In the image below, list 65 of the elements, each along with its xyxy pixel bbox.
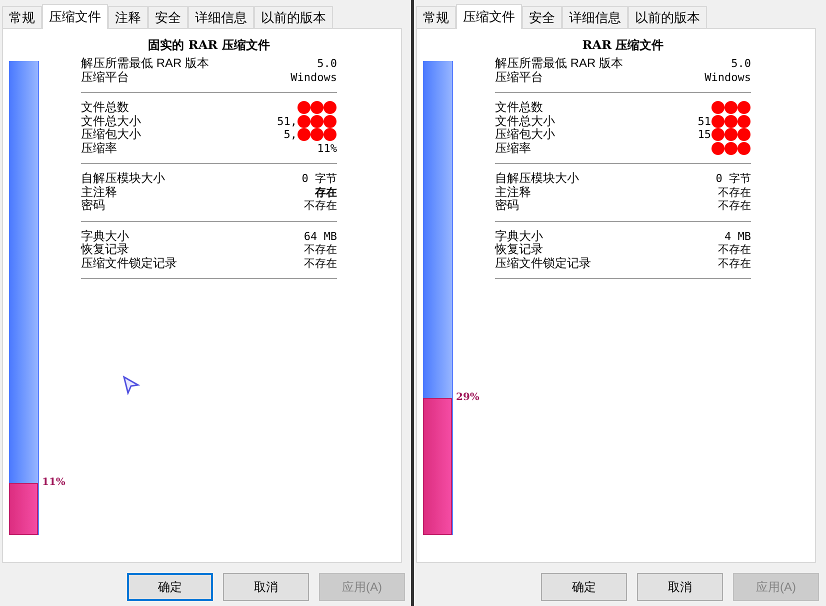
info-value: 5.0 bbox=[731, 57, 751, 70]
info-value: 不存在 bbox=[718, 256, 751, 270]
info-label: 压缩率 bbox=[81, 142, 118, 155]
info-value: 51, bbox=[277, 114, 297, 128]
info-value: 不存在 bbox=[304, 243, 337, 256]
info-label: 密码 bbox=[495, 199, 520, 212]
dialog-button[interactable]: 确定 bbox=[127, 573, 213, 601]
tab[interactable]: 常规 bbox=[2, 6, 42, 28]
tab[interactable]: 以前的版本 bbox=[628, 6, 707, 28]
tab[interactable]: 详细信息 bbox=[562, 6, 628, 28]
info-value: 4 MB bbox=[724, 230, 751, 243]
info-value: 51 bbox=[698, 114, 711, 128]
info-label: 压缩文件锁定记录 bbox=[495, 256, 592, 270]
info-label: 字典大小 bbox=[495, 230, 544, 243]
info-label: 主注释 bbox=[495, 186, 532, 199]
ratio-label: 29% bbox=[456, 392, 480, 403]
info-value: 不存在 bbox=[718, 199, 751, 212]
info-label: 自解压模块大小 bbox=[495, 172, 580, 186]
info-label: 压缩平台 bbox=[81, 70, 130, 84]
info-value: 5.0 bbox=[317, 57, 337, 70]
ratio-label: 11% bbox=[42, 478, 66, 488]
info-label: 压缩包大小 bbox=[495, 128, 556, 142]
info-value: 11% bbox=[317, 142, 337, 155]
tab[interactable]: 以前的版本 bbox=[254, 6, 333, 28]
info-value: 不存在 bbox=[718, 243, 751, 256]
info-label: 解压所需最低 RAR 版本 bbox=[495, 57, 624, 70]
info-value: 0 字节 bbox=[716, 172, 751, 186]
cursor-icon bbox=[121, 375, 141, 395]
info-label: 文件总数 bbox=[81, 101, 130, 114]
info-label: 恢复记录 bbox=[495, 243, 544, 256]
info-label: 解压所需最低 RAR 版本 bbox=[81, 57, 210, 70]
tab[interactable]: 注释 bbox=[108, 6, 148, 28]
info-label: 字典大小 bbox=[81, 230, 130, 243]
tab[interactable]: 常规 bbox=[416, 6, 456, 28]
info-value: 64 MB bbox=[304, 230, 337, 243]
info-value: Windows bbox=[704, 70, 751, 84]
tab[interactable]: 详细信息 bbox=[188, 6, 254, 28]
info-label: 压缩包大小 bbox=[81, 128, 142, 142]
info-value: Windows bbox=[290, 70, 337, 84]
info-label: 密码 bbox=[81, 199, 106, 212]
info-value: 5, bbox=[284, 128, 297, 142]
info-value: 不存在 bbox=[304, 256, 337, 270]
info-value: 15 bbox=[698, 128, 711, 142]
info-label: 文件总大小 bbox=[495, 114, 556, 128]
info-label: 恢复记录 bbox=[81, 243, 130, 256]
info-label: 主注释 bbox=[81, 186, 118, 199]
dialog-button[interactable]: 确定 bbox=[541, 573, 627, 601]
info-value: 不存在 bbox=[718, 186, 751, 199]
info-value: 不存在 bbox=[304, 199, 337, 212]
info-label: 文件总数 bbox=[495, 101, 544, 114]
info-value: 0 字节 bbox=[302, 172, 337, 186]
info-label: 文件总大小 bbox=[81, 114, 142, 128]
archive-type-title: 固实的 RAR 压缩文件 bbox=[147, 38, 271, 52]
tab[interactable]: 安全 bbox=[522, 6, 562, 28]
tab[interactable]: 压缩文件 bbox=[42, 4, 108, 29]
info-value: 存在 bbox=[315, 186, 337, 199]
info-label: 压缩文件锁定记录 bbox=[81, 256, 178, 270]
tab[interactable]: 安全 bbox=[148, 6, 188, 28]
info-label: 压缩率 bbox=[495, 142, 532, 155]
info-label: 自解压模块大小 bbox=[81, 172, 166, 186]
info-label: 压缩平台 bbox=[495, 70, 544, 84]
dialog-button[interactable]: 取消 bbox=[223, 573, 309, 601]
dialog-button[interactable]: 取消 bbox=[637, 573, 723, 601]
tab[interactable]: 压缩文件 bbox=[456, 4, 522, 29]
archive-type-title: RAR 压缩文件 bbox=[581, 38, 665, 52]
